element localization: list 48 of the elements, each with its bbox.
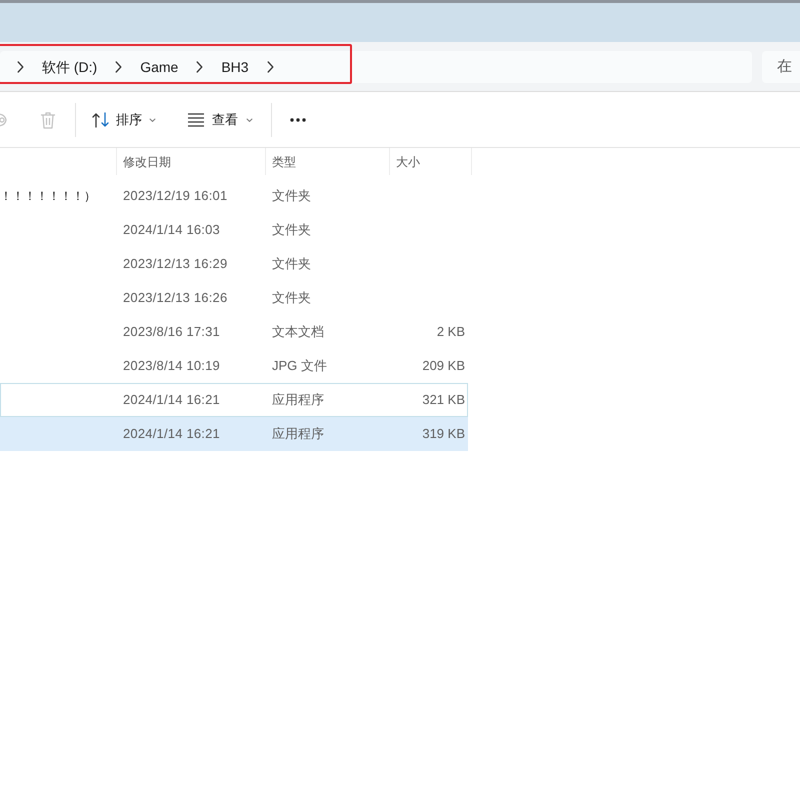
chevron-right-icon (196, 60, 204, 72)
chevron-down-icon (246, 118, 253, 122)
file-row[interactable]: ！！！！！！！） 2023/12/19 16:01 文件夹 (0, 179, 468, 213)
modified-date: 2024/1/14 16:21 (123, 391, 220, 410)
file-type: 文件夹 (272, 289, 311, 308)
file-size: 2 KB (436, 323, 465, 342)
file-row[interactable]: 2023/12/13 16:29 文件夹 (0, 247, 468, 281)
sort-arrows-icon (92, 112, 109, 128)
file-row[interactable]: 2023/8/16 17:31 文本文档 2 KB (0, 315, 468, 349)
address-bar[interactable]: 软件 (D:) Game BH3 (0, 50, 752, 82)
modified-date: 2023/8/16 17:31 (123, 323, 220, 342)
modified-date: 2024/1/14 16:03 (123, 221, 220, 240)
file-row[interactable]: 2024/1/14 16:21 应用程序 321 KB (0, 383, 468, 417)
file-name: ！！！！！！！） (0, 188, 96, 205)
list-lines-icon (188, 112, 204, 126)
file-type: 文件夹 (272, 255, 311, 274)
search-field[interactable]: 在 (762, 50, 800, 82)
more-dots-icon (290, 118, 306, 122)
column-header[interactable]: 大小 (396, 156, 420, 168)
chevron-right-icon (17, 60, 24, 72)
file-type: JPG 文件 (272, 357, 327, 376)
sort-button[interactable]: 排序 (92, 112, 156, 128)
file-row[interactable]: 2024/1/14 16:21 应用程序 319 KB (0, 417, 468, 451)
file-row[interactable]: 2023/8/14 10:19 JPG 文件 209 KB (0, 349, 468, 383)
column-header[interactable]: 类型 (272, 156, 296, 168)
breadcrumb-item[interactable]: Game (140, 60, 178, 74)
modified-date: 2023/8/14 10:19 (123, 357, 220, 376)
view-button[interactable]: 查看 (188, 112, 253, 126)
chevron-right-icon (115, 60, 122, 72)
modified-date: 2023/12/13 16:29 (123, 255, 228, 274)
breadcrumb-item[interactable]: BH3 (221, 60, 249, 74)
chevron-right-icon (266, 60, 274, 72)
file-size: 319 KB (422, 425, 465, 444)
modified-date: 2023/12/19 16:01 (123, 187, 228, 206)
file-type: 应用程序 (272, 391, 324, 410)
breadcrumb-item[interactable]: 软件 (D:) (42, 60, 98, 74)
file-type: 文件夹 (272, 187, 311, 206)
file-row[interactable]: 2023/12/13 16:26 文件夹 (0, 281, 468, 315)
file-type: 应用程序 (272, 425, 324, 444)
chevron-down-icon (149, 118, 156, 122)
file-size: 209 KB (422, 357, 465, 376)
file-row[interactable]: 2024/1/14 16:03 文件夹 (0, 213, 468, 247)
modified-date: 2024/1/14 16:21 (123, 425, 220, 444)
file-type: 文件夹 (272, 221, 311, 240)
modified-date: 2023/12/13 16:26 (123, 289, 228, 308)
file-type: 文本文档 (272, 323, 324, 342)
file-size: 321 KB (422, 391, 465, 410)
column-header[interactable]: 修改日期 (123, 156, 171, 168)
